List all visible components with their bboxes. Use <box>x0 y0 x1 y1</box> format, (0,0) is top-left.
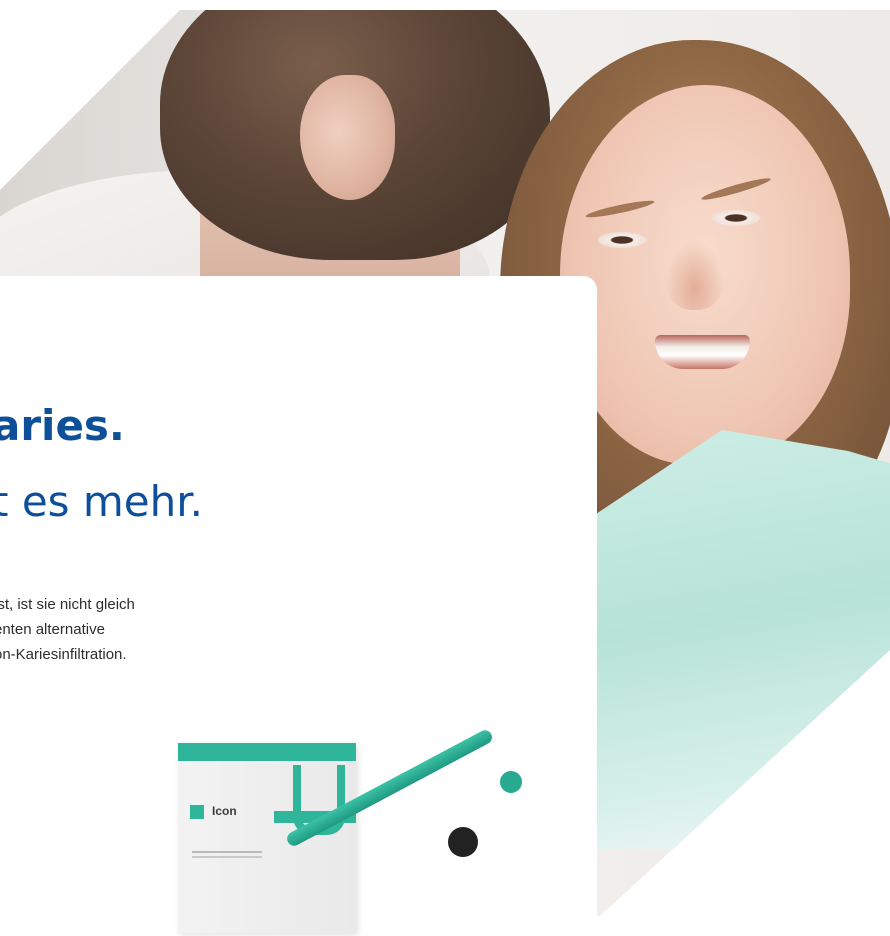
doctor-ear <box>300 75 395 200</box>
patient-nose <box>665 240 725 310</box>
brand-logo-icon <box>190 805 204 819</box>
intro-line-2: enten alternative <box>0 621 105 638</box>
syringe-ring-icon <box>448 827 478 857</box>
product-box-top-band <box>178 743 356 761</box>
patient-eye-left <box>598 232 646 248</box>
intro-line-1: ist, ist sie nicht gleich <box>0 596 135 613</box>
intro-paragraph: ist, ist sie nicht gleich enten alternat… <box>0 592 294 667</box>
product-box-name: Icon <box>212 804 237 818</box>
headline-line-1: aries. <box>0 401 125 450</box>
syringe-tip-icon <box>500 771 522 793</box>
product-image: Icon <box>168 727 548 933</box>
product-box-fine-print <box>192 851 262 853</box>
patient-smile <box>655 335 750 369</box>
headline-line-2: t es mehr. <box>0 477 204 526</box>
intro-line-3: on-Kariesinfiltration. <box>0 646 127 663</box>
patient-eye-right <box>712 210 760 226</box>
